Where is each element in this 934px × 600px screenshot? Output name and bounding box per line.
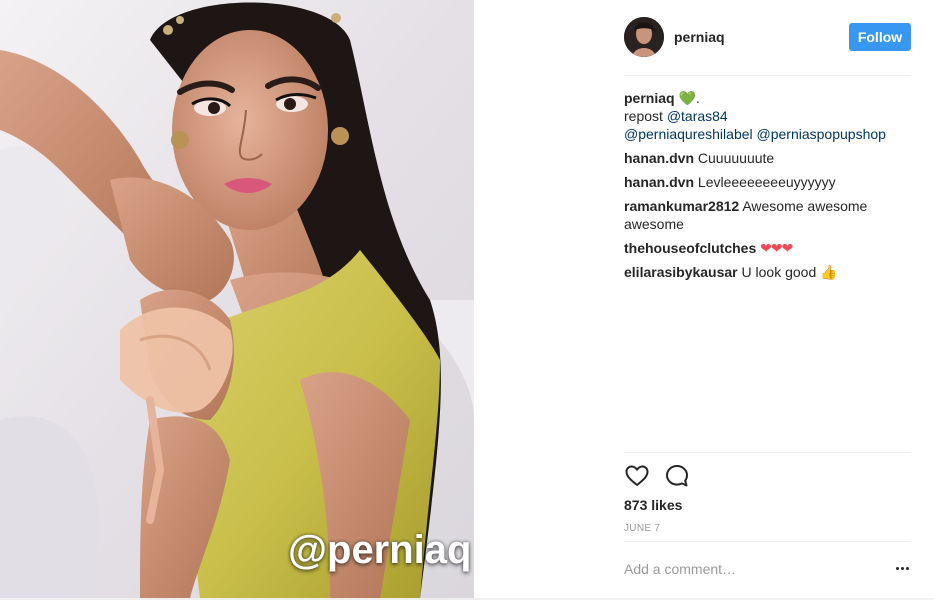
post-date[interactable]: JUNE 7 (624, 523, 660, 534)
actions-divider (624, 452, 911, 453)
avatar-image (624, 17, 664, 57)
post-author-username[interactable]: perniaq (674, 29, 725, 45)
comment-username[interactable]: hanan.dvn (624, 174, 694, 190)
more-options-icon[interactable] (894, 560, 910, 576)
follow-button[interactable]: Follow (849, 23, 911, 51)
comment: ramankumar2812 Awesome awesome awesome (624, 197, 911, 233)
comment: thehouseofclutches ❤❤❤ (624, 239, 911, 257)
post-actions (624, 462, 911, 490)
heart-icon[interactable] (624, 463, 650, 489)
comment: elilarasibykausar U look good 👍 (624, 263, 911, 281)
comment-text: U look good (741, 264, 817, 280)
comment: hanan.dvn Levleeeeeeeeuyyyyyy (624, 173, 911, 191)
comment-username[interactable]: hanan.dvn (624, 150, 694, 166)
comment-username[interactable]: ramankumar2812 (624, 198, 739, 214)
comment: hanan.dvn Cuuuuuuute (624, 149, 911, 167)
comment-username[interactable]: elilarasibykausar (624, 264, 738, 280)
mention-link[interactable]: @taras84 (667, 108, 728, 124)
photo-illustration (0, 0, 474, 598)
header-divider (624, 75, 911, 76)
photo-watermark: @perniaq (288, 528, 472, 572)
mention-link[interactable]: @perniaspopupshop (757, 126, 886, 142)
comment-icon[interactable] (664, 463, 690, 489)
instagram-post: @perniaq perniaq Follow perniaq 💚. repos… (0, 0, 934, 600)
comment-box-divider (624, 541, 911, 542)
comment-username[interactable]: thehouseofclutches (624, 240, 756, 256)
caption: perniaq 💚. repost @taras84 @perniaquresh… (624, 90, 886, 142)
add-comment-input[interactable] (624, 558, 884, 580)
mention-link[interactable]: @perniaqureshilabel (624, 126, 753, 142)
likes-count[interactable]: 873 likes (624, 497, 682, 513)
red-hearts-emoji: ❤❤❤ (760, 240, 793, 256)
post-photo[interactable]: @perniaq (0, 0, 474, 598)
post-header: perniaq Follow (624, 14, 911, 60)
avatar[interactable] (624, 17, 664, 57)
caption-username[interactable]: perniaq (624, 90, 675, 106)
comment-text: Levleeeeeeeeuyyyyyy (697, 174, 836, 190)
thumbs-up-emoji: 👍 (820, 264, 838, 280)
comments-list: perniaq 💚. repost @taras84 @perniaquresh… (624, 89, 911, 287)
green-heart-emoji: 💚 (678, 90, 696, 106)
caption-repost-text: repost (624, 108, 663, 124)
post-side-panel: perniaq Follow perniaq 💚. repost @taras8… (474, 0, 934, 600)
comment-text: Cuuuuuuute (697, 150, 775, 166)
